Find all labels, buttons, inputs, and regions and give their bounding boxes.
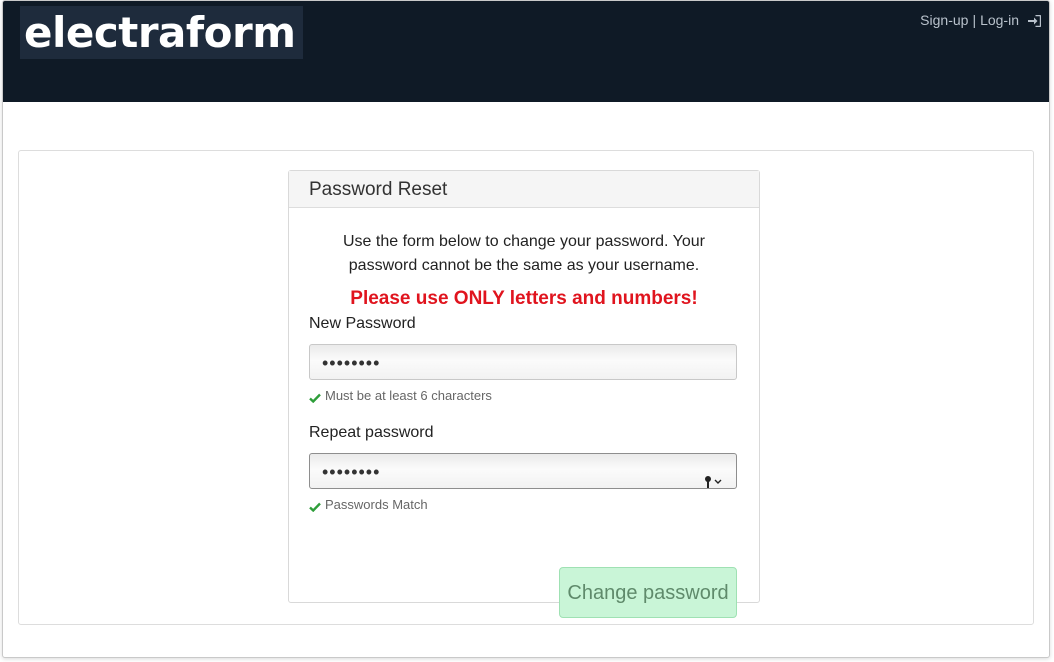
top-navbar: electraform Sign-up | Log-in xyxy=(3,1,1049,102)
brand-logo[interactable]: electraform xyxy=(20,6,303,59)
auth-links: Sign-up | Log-in xyxy=(920,12,1042,28)
repeat-password-help: Passwords Match xyxy=(309,497,428,512)
warning-text: Please use ONLY letters and numbers! xyxy=(350,288,698,309)
nav-separator: | xyxy=(972,12,977,28)
login-link[interactable]: Log-in xyxy=(980,12,1019,28)
signup-link[interactable]: Sign-up xyxy=(920,12,968,28)
check-icon xyxy=(309,391,321,403)
new-password-help-text: Must be at least 6 characters xyxy=(325,388,492,403)
check-icon xyxy=(309,500,321,512)
repeat-password-value: •••••••• xyxy=(322,462,381,482)
key-icon[interactable] xyxy=(704,465,724,488)
repeat-password-input[interactable]: •••••••• xyxy=(309,453,737,489)
new-password-input[interactable]: •••••••• xyxy=(309,344,737,380)
change-password-button[interactable]: Change password xyxy=(559,567,737,618)
intro-text: Use the form below to change your passwo… xyxy=(343,233,705,274)
sign-in-icon[interactable] xyxy=(1028,14,1042,28)
password-reset-panel: Password Reset Use the form below to cha… xyxy=(288,170,760,618)
panel-title: Password Reset xyxy=(289,171,759,208)
new-password-label: New Password xyxy=(309,315,416,332)
repeat-password-label: Repeat password xyxy=(309,424,434,441)
new-password-help: Must be at least 6 characters xyxy=(309,388,492,403)
repeat-password-help-text: Passwords Match xyxy=(325,497,428,512)
